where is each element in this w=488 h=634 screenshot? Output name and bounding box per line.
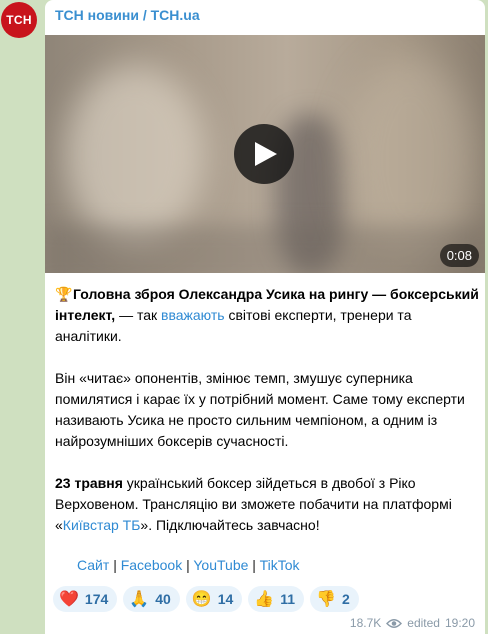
thumbs-up-icon: 👍 <box>254 591 275 608</box>
grin-icon: 😁 <box>191 591 212 608</box>
heart-icon: ❤️ <box>59 591 79 608</box>
post-paragraph-3: 23 травня український боксер зійдеться в… <box>55 475 452 533</box>
trophy-icon: 🏆 <box>55 286 73 302</box>
post-link-vvazhaiut[interactable]: вважають <box>161 307 225 323</box>
footer-links: Сайт | Facebook | YouTube | TikTok <box>77 557 300 573</box>
message-time: 19:20 <box>444 616 475 630</box>
link-facebook[interactable]: Facebook <box>121 557 182 573</box>
video-duration: 0:08 <box>439 244 479 267</box>
play-button[interactable] <box>234 124 294 184</box>
post-date: 23 травня <box>55 475 123 491</box>
post-link-kyivstar-tv[interactable]: Київстар ТБ <box>63 517 141 533</box>
praying-hands-icon: 🙏 <box>129 591 150 608</box>
channel-name[interactable]: ТСН новини / TCH.ua <box>55 7 200 23</box>
link-tiktok[interactable]: TikTok <box>260 557 300 573</box>
link-separator: | <box>186 557 190 573</box>
channel-avatar[interactable]: TCH <box>1 2 37 38</box>
link-site[interactable]: Сайт <box>77 557 109 573</box>
thumbs-down-icon: 👎 <box>316 591 336 608</box>
video-player[interactable]: 0:08 <box>45 35 485 273</box>
reaction-pray[interactable]: 🙏 40 <box>123 586 180 612</box>
reaction-count: 11 <box>280 591 296 607</box>
reaction-thumbs-up[interactable]: 👍 11 <box>248 586 305 612</box>
reaction-thumbs-down[interactable]: 👎 2 <box>310 586 359 612</box>
reaction-count: 14 <box>217 591 234 607</box>
view-count: 18.7K <box>349 616 382 630</box>
play-icon <box>255 142 277 166</box>
message-bubble: ТСН новини / TCH.ua 0:08 🏆Головна зброя … <box>45 0 485 634</box>
reaction-count: 2 <box>341 591 350 607</box>
link-separator: | <box>252 557 256 573</box>
post-paragraph-1: 🏆Головна зброя Олександра Усика на рингу… <box>55 286 479 344</box>
post-paragraph-2: Він «читає» опонентів, змінює темп, змуш… <box>55 370 465 449</box>
avatar-text: TCH <box>6 13 32 27</box>
reaction-heart[interactable]: ❤️ 174 <box>53 586 118 612</box>
reaction-count: 40 <box>155 591 171 607</box>
edited-label: edited <box>407 616 440 630</box>
reaction-count: 174 <box>84 591 109 607</box>
link-separator: | <box>113 557 117 573</box>
message-meta: 18.7K edited 19:20 <box>350 616 475 630</box>
post-text: 🏆Головна зброя Олександра Усика на рингу… <box>55 284 479 557</box>
reactions-bar: ❤️ 174 🙏 40 😁 14 👍 11 👎 2 <box>53 586 359 612</box>
eye-icon <box>386 618 403 628</box>
link-youtube[interactable]: YouTube <box>193 557 248 573</box>
reaction-grin[interactable]: 😁 14 <box>185 586 243 612</box>
